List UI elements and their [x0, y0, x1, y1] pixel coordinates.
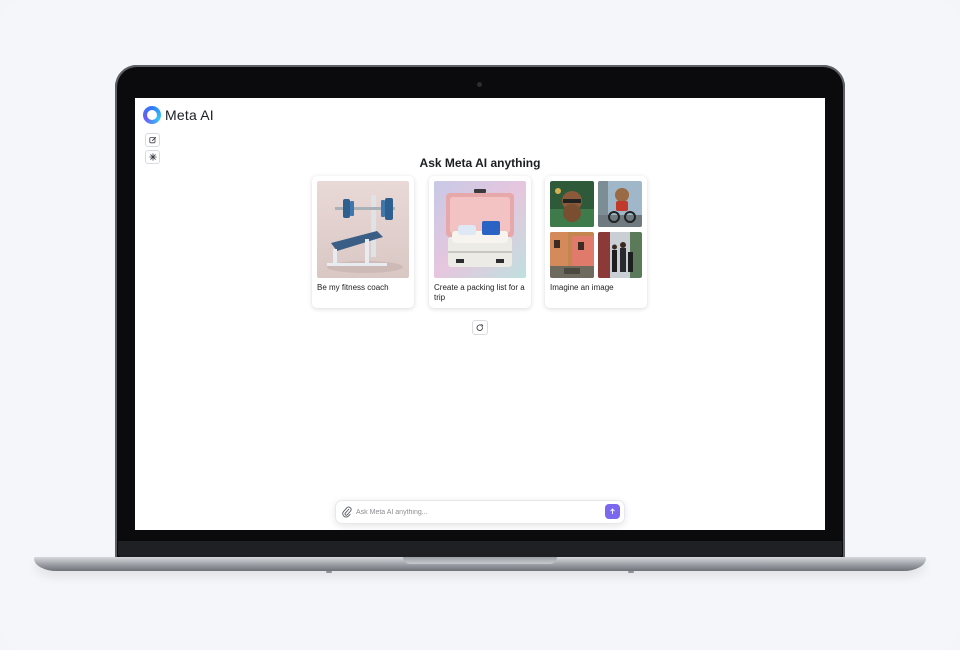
message-input[interactable] [356, 505, 596, 519]
meta-ai-logo-icon [143, 106, 161, 124]
send-arrow-icon [610, 508, 615, 514]
suggestion-card-imagine[interactable]: Imagine an image [545, 176, 647, 308]
laptop-foot [326, 571, 332, 573]
grid-tile [550, 181, 594, 227]
laptop-chin [118, 541, 842, 557]
suggestion-label: Be my fitness coach [317, 283, 389, 292]
message-composer [335, 500, 625, 524]
refresh-icon [476, 323, 484, 331]
suggestion-card-fitness[interactable]: Be my fitness coach [312, 176, 414, 308]
edit-icon [148, 136, 156, 144]
new-chat-button[interactable] [145, 133, 160, 147]
laptop-foot [628, 571, 634, 573]
open-suitcase-image [434, 181, 526, 278]
grid-tile [598, 232, 642, 278]
brand[interactable]: Meta AI [143, 106, 214, 124]
paperclip-icon[interactable] [342, 506, 352, 518]
app-screen: Meta AI Ask Meta AI anything Be my fitne… [135, 98, 825, 530]
page-title: Ask Meta AI anything [419, 156, 541, 170]
send-button[interactable] [605, 504, 620, 519]
suggestion-card-packing[interactable]: Create a packing list for a trip [429, 176, 531, 308]
camera-dot [477, 82, 482, 87]
grid-tile [550, 232, 594, 278]
imagined-images-grid [550, 181, 642, 278]
suggestion-label: Create a packing list for a trip [434, 283, 525, 302]
app-name: Meta AI [165, 107, 214, 123]
grid-tile [598, 181, 642, 227]
weight-bench-image [317, 181, 409, 278]
laptop-notch [403, 557, 557, 564]
suggestion-label: Imagine an image [550, 283, 614, 292]
refresh-suggestions-button[interactable] [472, 320, 488, 335]
